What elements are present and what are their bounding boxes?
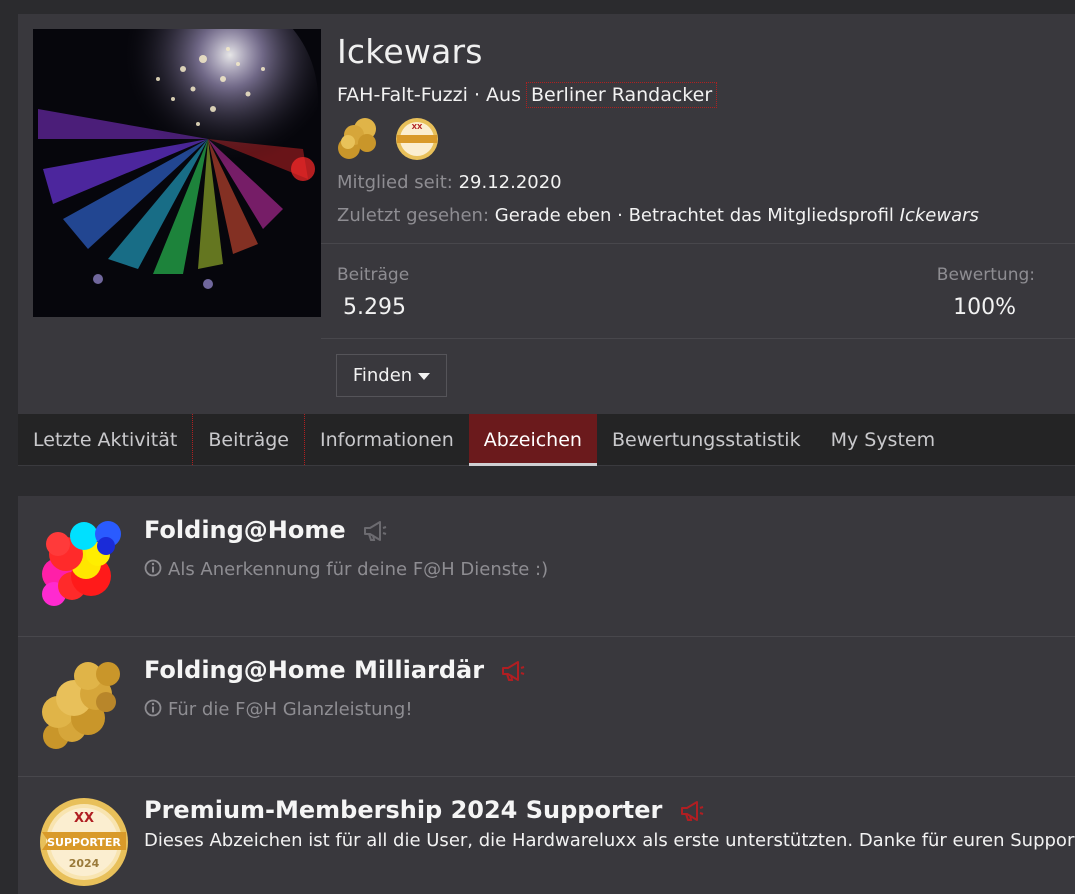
gold-molecule-small-icon[interactable] xyxy=(338,118,376,159)
find-button[interactable]: Finden xyxy=(336,354,447,397)
laser-show-image xyxy=(33,29,321,317)
user-rank: FAH-Falt-Fuzzi xyxy=(337,84,468,106)
seal-middle-text: SUPPORTER xyxy=(47,836,121,849)
info-icon xyxy=(144,699,162,717)
last-seen-label: Zuletzt gesehen: xyxy=(337,205,490,226)
list-item: Folding@Home Milliardär Für die F@H Glan… xyxy=(18,636,1075,777)
svg-text:XX: XX xyxy=(412,123,423,131)
badge-description-text: Als Anerkennung für deine F@H Dienste :) xyxy=(168,559,549,580)
location-link[interactable]: Berliner Randacker xyxy=(526,82,718,108)
tab-information[interactable]: Informationen xyxy=(305,414,469,465)
badge-title: Folding@Home Milliardär xyxy=(144,656,526,684)
posts-label: Beiträge xyxy=(337,265,410,285)
badge-title: Premium-Membership 2024 Supporter xyxy=(144,796,705,824)
profile-tabs: Letzte Aktivität Beiträge Informationen … xyxy=(18,414,1075,466)
profile-header: Ickewars FAH-Falt-Fuzzi · Aus Berliner R… xyxy=(18,14,1075,465)
tab-my-system[interactable]: My System xyxy=(816,414,951,465)
member-since-label: Mitglied seit: xyxy=(337,172,453,193)
colorful-molecule-icon xyxy=(42,521,121,606)
avatar[interactable] xyxy=(33,29,321,317)
megaphone-icon[interactable] xyxy=(500,660,526,682)
last-seen: Zuletzt gesehen: Gerade eben · Betrachte… xyxy=(337,205,979,226)
badge-title-text: Premium-Membership 2024 Supporter xyxy=(144,796,663,824)
list-item: Folding@Home Als Anerkennung für deine F… xyxy=(18,496,1075,637)
badge-list: Folding@Home Als Anerkennung für deine F… xyxy=(18,496,1075,894)
divider xyxy=(321,338,1075,339)
caret-down-icon xyxy=(418,373,431,380)
rating-label: Bewertung: xyxy=(936,265,1035,285)
megaphone-icon[interactable] xyxy=(362,520,388,542)
find-button-label: Finden xyxy=(352,365,413,386)
supporter-seal-small-icon[interactable]: XX xyxy=(396,118,438,160)
seal-top-text: XX xyxy=(74,811,94,826)
badge-title-text: Folding@Home Milliardär xyxy=(144,656,485,684)
badge-title: Folding@Home xyxy=(144,516,388,544)
badge-description: Für die F@H Glanzleistung! xyxy=(144,699,413,720)
from-label: · Aus xyxy=(467,84,528,106)
badge-description-text: Für die F@H Glanzleistung! xyxy=(168,699,413,720)
badge-description: Als Anerkennung für deine F@H Dienste :) xyxy=(144,559,548,580)
divider xyxy=(321,243,1075,244)
tab-rating-stats[interactable]: Bewertungsstatistik xyxy=(597,414,816,465)
info-icon xyxy=(144,559,162,577)
tab-latest-activity[interactable]: Letzte Aktivität xyxy=(18,414,194,465)
username: Ickewars xyxy=(337,32,483,71)
rating-value[interactable]: 100% xyxy=(953,295,1016,320)
user-tagline: FAH-Falt-Fuzzi · Aus Berliner Randacker xyxy=(337,82,718,108)
seal-year-text: 2024 xyxy=(69,857,100,870)
last-seen-user[interactable]: Ickewars xyxy=(900,205,979,226)
badge-description: Dieses Abzeichen ist für all die User, d… xyxy=(144,830,1075,851)
trophy-icons: XX xyxy=(337,115,447,163)
member-since: Mitglied seit: 29.12.2020 xyxy=(337,172,562,193)
last-seen-value: Gerade eben · Betrachtet das Mitgliedspr… xyxy=(494,205,894,226)
supporter-seal-icon: XX SUPPORTER 2024 xyxy=(40,798,128,886)
megaphone-icon[interactable] xyxy=(679,800,705,822)
tab-posts[interactable]: Beiträge xyxy=(193,414,306,465)
member-since-date: 29.12.2020 xyxy=(458,172,562,193)
posts-count[interactable]: 5.295 xyxy=(343,295,406,320)
list-item: XX SUPPORTER 2024 Premium-Membership 202… xyxy=(18,776,1075,894)
tab-badges[interactable]: Abzeichen xyxy=(468,414,598,466)
badge-title-text: Folding@Home xyxy=(144,516,346,544)
gold-molecule-icon xyxy=(42,662,120,749)
